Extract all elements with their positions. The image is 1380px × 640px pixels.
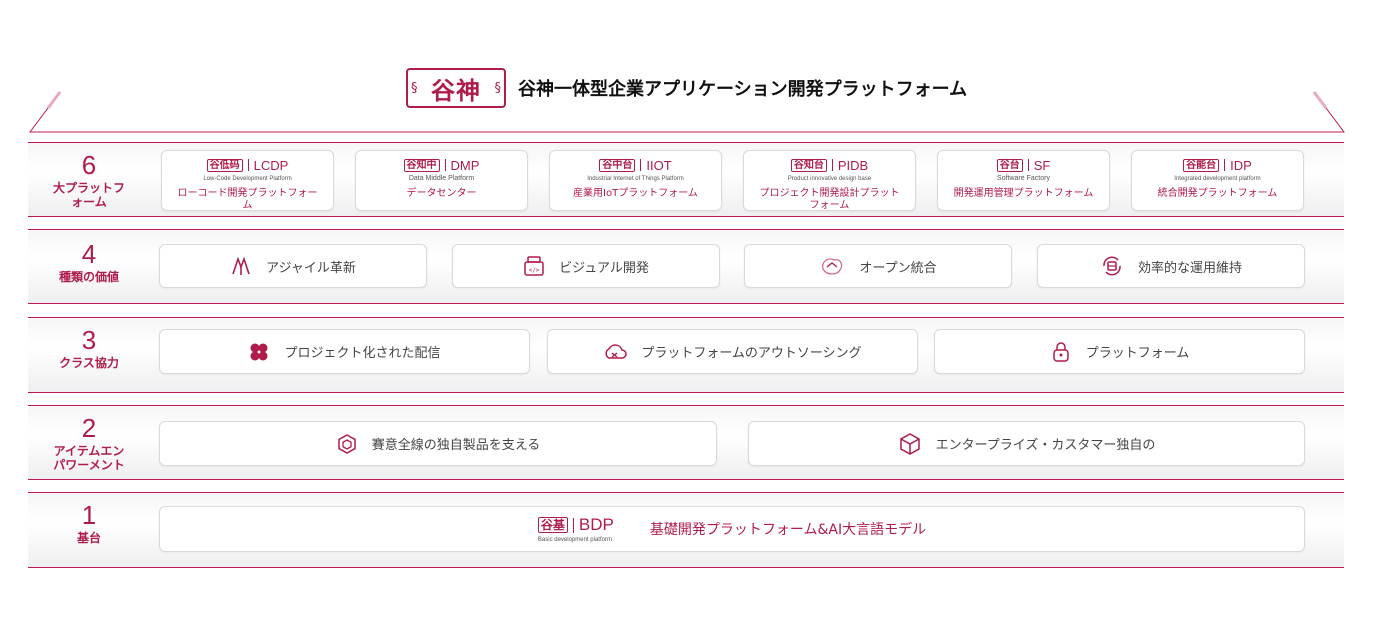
cube-icon <box>337 433 356 454</box>
value-card-open-integration[interactable]: オープン統合 <box>744 244 1012 288</box>
layer-name-line: 大プラットフ <box>52 181 125 195</box>
product-code: IDP <box>1230 157 1252 173</box>
layer-3: 3 クラス協力 プロジェクト化された配信 プラットフォームのアウトソーシング プ… <box>28 317 1344 393</box>
empower-label: エンタープライズ・カスタマー独自の <box>935 438 1156 453</box>
base-name: 基礎開発プラットフォーム&AI大言語モデル <box>649 522 927 538</box>
layer-number: 1 <box>81 500 97 530</box>
collab-card-project-delivery[interactable]: プロジェクト化された配信 <box>159 329 530 374</box>
product-seal: 谷低码 <box>206 158 243 172</box>
box-icon <box>899 432 920 455</box>
value-card-visual-dev[interactable]: </> ビジュアル開発 <box>452 244 720 288</box>
product-logo: 谷低码 LCDP <box>162 156 333 174</box>
layer-1: 1 基台 谷基 BDP Basic development platform 基礎… <box>28 492 1344 568</box>
layer-number: 2 <box>81 413 97 443</box>
product-subtitle: Software Factory <box>997 175 1050 182</box>
value-label: オープン統合 <box>859 260 937 276</box>
value-label: ビジュアル開発 <box>559 260 649 276</box>
svg-text:</>: </> <box>529 267 540 274</box>
layer-4-label: 4 種類の価値 <box>28 240 150 284</box>
product-name: 統合開発プラットフォーム <box>1157 188 1278 199</box>
maintenance-icon <box>1103 256 1121 276</box>
product-code: BDP <box>578 515 614 534</box>
product-code: LCDP <box>253 157 289 173</box>
value-card-agile[interactable]: アジャイル革新 <box>159 244 427 288</box>
layer-name-line: 種類の価値 <box>58 270 119 284</box>
layer-number: 4 <box>81 239 97 269</box>
lock-icon <box>1052 341 1069 362</box>
product-card-idp[interactable]: 谷能台 IDP Integrated development platform 統… <box>1131 150 1304 211</box>
product-name: ローコード開発プラットフォーム <box>177 188 318 211</box>
collab-label: プロジェクト化された配信 <box>284 346 441 361</box>
empower-label: 賽意全線の独自製品を支える <box>371 438 541 453</box>
product-name: データセンター <box>406 188 477 199</box>
product-name: 開発運用管理プラットフォーム <box>953 188 1094 199</box>
empower-card-products[interactable]: 賽意全線の独自製品を支える <box>159 421 717 466</box>
logo-ornament-right: § <box>494 81 502 96</box>
product-subtitle: Low-Code Development Platform <box>203 176 292 182</box>
layer-number: 3 <box>81 325 97 355</box>
value-card-maintenance[interactable]: 効率的な運用維持 <box>1037 244 1305 288</box>
product-subtitle: Industrial Internet of Things Platform <box>587 176 684 182</box>
product-code: IIOT <box>646 157 672 173</box>
collab-label: プラットフォームのアウトソーシング <box>641 346 862 361</box>
collab-label: プラットフォーム <box>1085 346 1190 361</box>
product-subtitle: Data Middle Platform <box>408 175 475 182</box>
layer-name-line: アイテムエン <box>53 444 125 458</box>
brand-logo-text: 谷神 <box>431 75 481 105</box>
product-subtitle: Product innovative design base <box>787 176 872 182</box>
collab-card-outsourcing[interactable]: プラットフォームのアウトソーシング <box>547 329 918 374</box>
layer-3-label: 3 クラス協力 <box>28 326 150 370</box>
layer-name-line: ォーム <box>71 195 107 209</box>
layer-name-line: 基台 <box>76 531 101 545</box>
layer-6-label: 6 大プラットフ ォーム <box>28 151 150 209</box>
product-seal: 谷知台 <box>790 158 827 172</box>
platform-header: § 谷神 § 谷神一体型企業アプリケーション開発プラットフォーム <box>406 68 967 108</box>
brand-logo: § 谷神 § <box>406 68 506 108</box>
product-subtitle: Integrated development platform <box>1174 176 1261 182</box>
layer-name-line: パワーメント <box>53 458 125 472</box>
product-card-lcdp[interactable]: 谷低码 LCDP Low-Code Development Platform ロー… <box>161 150 334 211</box>
product-seal: 谷基 <box>537 517 568 533</box>
product-logo: 谷知中 DMP <box>356 156 527 174</box>
empower-card-enterprise[interactable]: エンタープライズ・カスタマー独自の <box>748 421 1305 466</box>
product-seal: 谷能台 <box>1183 158 1220 172</box>
layer-number: 6 <box>81 150 97 180</box>
product-logo: 谷台 SF <box>938 156 1109 174</box>
layer-6: 6 大プラットフ ォーム 谷低码 LCDP Low-Code Developmen… <box>28 142 1344 217</box>
layer-2-label: 2 アイテムエン パワーメント <box>28 414 150 472</box>
product-seal: 谷知中 <box>403 158 440 172</box>
layer-name-line: クラス協力 <box>59 356 119 370</box>
base-card-bdp[interactable]: 谷基 BDP Basic development platform 基礎開発プラッ… <box>159 506 1305 552</box>
product-subtitle: Basic development platform <box>537 537 612 543</box>
layer-4: 4 種類の価値 アジャイル革新 </> ビジュアル開発 オープン統合 効率的な運… <box>28 229 1344 304</box>
product-name: プロジェクト開発設計プラットフォーム <box>759 188 900 211</box>
cloud-outsourcing-icon <box>605 343 628 359</box>
value-label: アジャイル革新 <box>266 260 356 276</box>
product-logo: 谷知台 PIDB <box>744 156 915 174</box>
visual-dev-icon: </> <box>524 256 544 276</box>
product-seal: 谷台 <box>996 158 1023 172</box>
product-code: DMP <box>450 157 480 173</box>
layer-1-label: 1 基台 <box>28 501 150 545</box>
logo-ornament-left: § <box>411 81 418 96</box>
product-card-iiot[interactable]: 谷中台 IIOT Industrial Internet of Things Pl… <box>549 150 722 211</box>
product-logo: 谷能台 IDP <box>1132 156 1303 174</box>
layer-2: 2 アイテムエン パワーメント 賽意全線の独自製品を支える エンタープライズ・カ… <box>28 405 1344 480</box>
clover-icon <box>250 343 268 360</box>
bdp-logo: 谷基 BDP Basic development platform <box>537 515 614 543</box>
product-card-pidb[interactable]: 谷知台 PIDB Product innovative design base プ… <box>743 150 916 211</box>
collab-card-platform[interactable]: プラットフォーム <box>934 329 1305 374</box>
product-seal: 谷中台 <box>599 158 636 172</box>
product-card-sf[interactable]: 谷台 SF Software Factory 開発運用管理プラットフォーム <box>937 150 1110 211</box>
value-label: 効率的な運用維持 <box>1137 260 1242 276</box>
product-name: 産業用IoTプラットフォーム <box>573 188 698 199</box>
product-code: PIDB <box>837 157 869 173</box>
agile-icon <box>232 256 250 275</box>
product-logo: 谷中台 IIOT <box>550 156 721 174</box>
platform-title: 谷神一体型企業アプリケーション開発プラットフォーム <box>518 79 968 100</box>
product-card-dmp[interactable]: 谷知中 DMP Data Middle Platform データセンター <box>355 150 528 211</box>
product-code: SF <box>1033 157 1051 173</box>
open-integration-icon <box>822 258 843 275</box>
